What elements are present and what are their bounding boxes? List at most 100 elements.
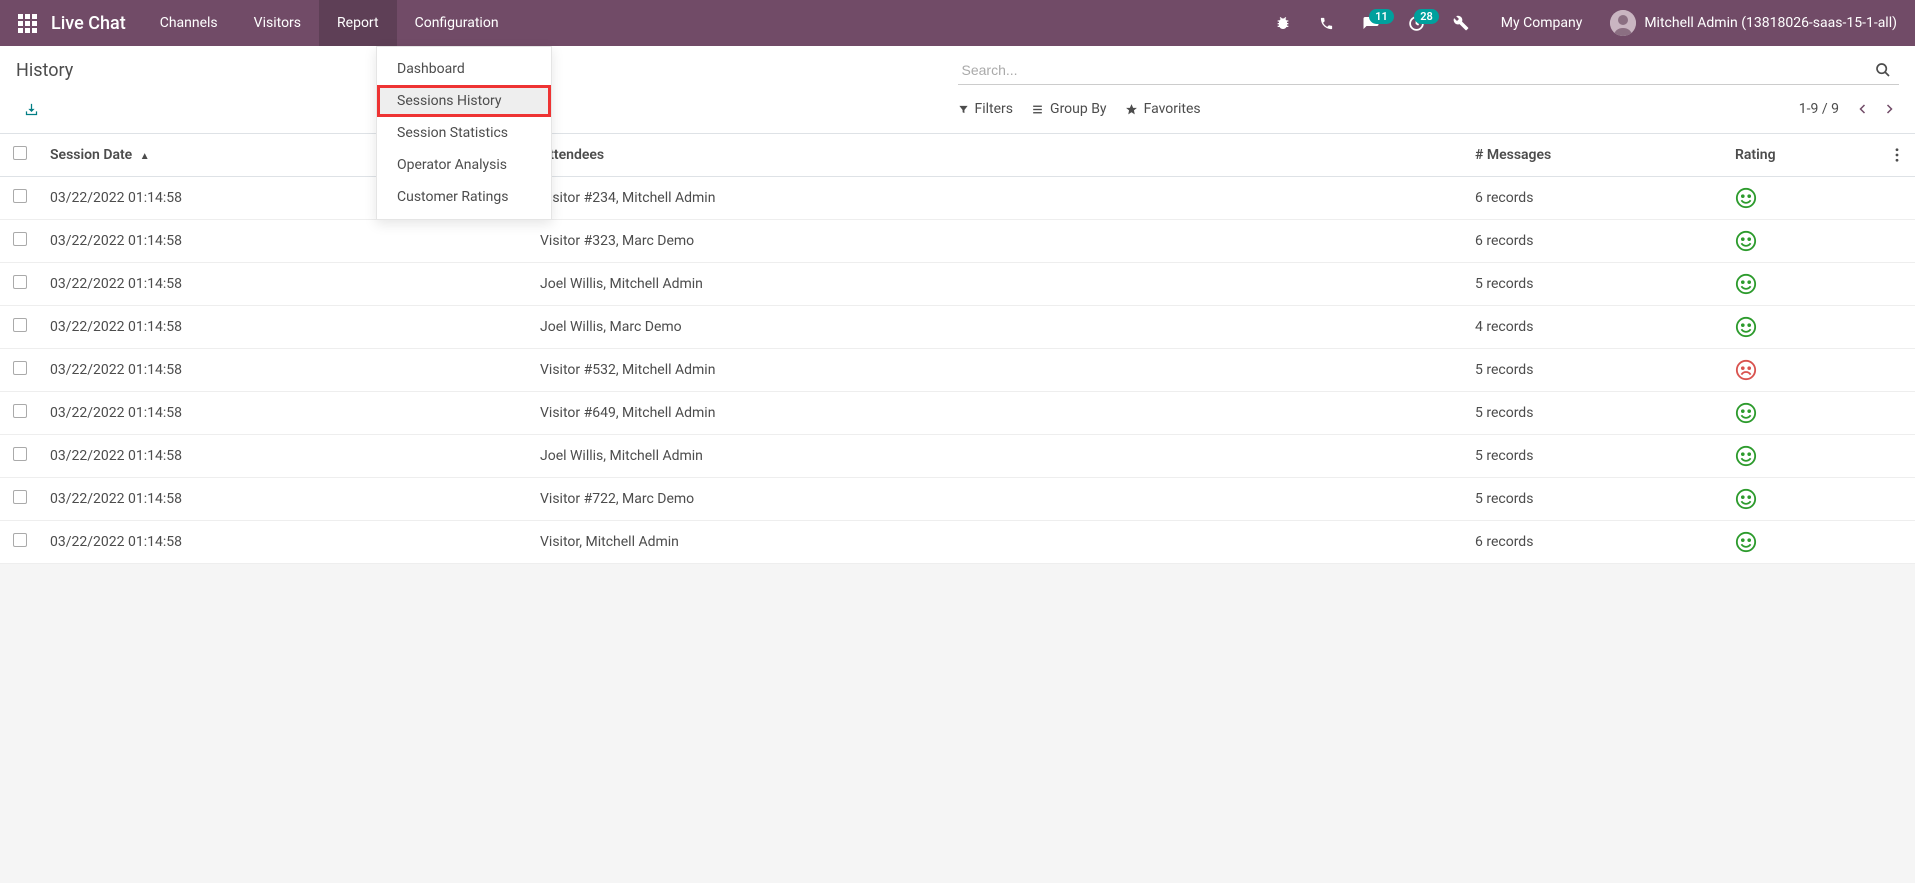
tools-icon[interactable]: [1443, 7, 1479, 39]
cell-rating: [1725, 521, 1885, 564]
messages-icon[interactable]: 11: [1352, 7, 1390, 39]
list-view: Session Date ▲ Attendees # Messages Rati…: [0, 133, 1915, 564]
cell-session-date: 03/22/2022 01:14:58: [40, 220, 530, 263]
table-row[interactable]: 03/22/2022 01:14:58Joel Willis, Mitchell…: [0, 435, 1915, 478]
cell-rating: [1725, 220, 1885, 263]
company-switcher[interactable]: My Company: [1487, 15, 1597, 31]
column-options[interactable]: [1885, 134, 1915, 177]
debug-icon[interactable]: [1265, 7, 1301, 39]
filters-button[interactable]: Filters: [958, 101, 1014, 117]
cell-attendees: Joel Willis, Marc Demo: [530, 306, 1465, 349]
happy-face-icon: [1735, 273, 1757, 295]
nav-item-configuration[interactable]: Configuration: [397, 0, 517, 46]
cell-session-date: 03/22/2022 01:14:58: [40, 435, 530, 478]
activities-icon[interactable]: 28: [1398, 7, 1435, 40]
cell-attendees: Visitor #234, Mitchell Admin: [530, 177, 1465, 220]
sad-face-icon: [1735, 359, 1757, 381]
apps-icon[interactable]: [8, 4, 47, 43]
cell-messages: 5 records: [1465, 263, 1725, 306]
cell-rating: [1725, 177, 1885, 220]
cell-session-date: 03/22/2022 01:14:58: [40, 521, 530, 564]
row-checkbox[interactable]: [13, 361, 27, 375]
row-checkbox[interactable]: [13, 533, 27, 547]
nav-item-channels[interactable]: Channels: [142, 0, 236, 46]
breadcrumb: History: [16, 56, 73, 85]
cell-messages: 6 records: [1465, 521, 1725, 564]
search-box: [958, 56, 1900, 85]
user-menu[interactable]: Mitchell Admin (13818026-saas-15-1-all): [1604, 10, 1907, 36]
happy-face-icon: [1735, 445, 1757, 467]
main-navbar: Live Chat Channels Visitors Report Confi…: [0, 0, 1915, 46]
chevron-left-icon: [1857, 101, 1869, 117]
cell-attendees: Joel Willis, Mitchell Admin: [530, 263, 1465, 306]
happy-face-icon: [1735, 230, 1757, 252]
nav-item-report[interactable]: Report: [319, 0, 397, 46]
phone-icon[interactable]: [1309, 8, 1344, 39]
cell-attendees: Visitor #532, Mitchell Admin: [530, 349, 1465, 392]
cell-rating: [1725, 349, 1885, 392]
nav-item-visitors[interactable]: Visitors: [236, 0, 319, 46]
table-header-row: Session Date ▲ Attendees # Messages Rati…: [0, 134, 1915, 177]
search-icon[interactable]: [1867, 58, 1899, 82]
happy-face-icon: [1735, 316, 1757, 338]
happy-face-icon: [1735, 488, 1757, 510]
table-row[interactable]: 03/22/2022 01:14:58Joel Willis, Marc Dem…: [0, 306, 1915, 349]
row-checkbox[interactable]: [13, 232, 27, 246]
cell-rating: [1725, 392, 1885, 435]
table-row[interactable]: 03/22/2022 01:14:58Visitor #323, Marc De…: [0, 220, 1915, 263]
activities-badge: 28: [1414, 9, 1439, 24]
pager-text[interactable]: 1-9 / 9: [1799, 101, 1839, 117]
row-checkbox[interactable]: [13, 275, 27, 289]
column-attendees[interactable]: Attendees: [530, 134, 1465, 177]
happy-face-icon: [1735, 402, 1757, 424]
search-input[interactable]: [958, 56, 1868, 84]
row-checkbox[interactable]: [13, 318, 27, 332]
cell-rating: [1725, 478, 1885, 521]
favorites-button[interactable]: Favorites: [1125, 101, 1201, 117]
cell-messages: 5 records: [1465, 478, 1725, 521]
pager-prev[interactable]: [1853, 97, 1873, 121]
cell-session-date: 03/22/2022 01:14:58: [40, 349, 530, 392]
select-all-checkbox[interactable]: [13, 146, 27, 160]
cell-messages: 4 records: [1465, 306, 1725, 349]
sort-asc-icon: ▲: [140, 151, 150, 162]
cell-rating: [1725, 263, 1885, 306]
cell-messages: 5 records: [1465, 435, 1725, 478]
table-row[interactable]: 03/22/2022 01:14:58Visitor #532, Mitchel…: [0, 349, 1915, 392]
table-row[interactable]: 03/22/2022 01:14:58Joel Willis, Mitchell…: [0, 263, 1915, 306]
happy-face-icon: [1735, 187, 1757, 209]
nav-menu: Channels Visitors Report Configuration: [142, 0, 517, 46]
table-row[interactable]: 03/22/2022 01:14:58Visitor, Mitchell Adm…: [0, 521, 1915, 564]
cell-messages: 6 records: [1465, 220, 1725, 263]
table-row[interactable]: 03/22/2022 01:14:58Visitor #722, Marc De…: [0, 478, 1915, 521]
nav-right: 11 28 My Company Mitchell Admin (1381802…: [1265, 7, 1907, 40]
cell-session-date: 03/22/2022 01:14:58: [40, 306, 530, 349]
row-checkbox[interactable]: [13, 404, 27, 418]
messages-badge: 11: [1369, 9, 1394, 24]
pager-next[interactable]: [1879, 97, 1899, 121]
row-checkbox[interactable]: [13, 447, 27, 461]
app-brand[interactable]: Live Chat: [47, 13, 142, 34]
groupby-button[interactable]: Group By: [1031, 101, 1107, 117]
row-checkbox[interactable]: [13, 490, 27, 504]
table-row[interactable]: 03/22/2022 01:14:58Visitor #234, Mitchel…: [0, 177, 1915, 220]
dropdown-item-customer-ratings[interactable]: Customer Ratings: [377, 181, 551, 213]
happy-face-icon: [1735, 531, 1757, 553]
cell-messages: 5 records: [1465, 349, 1725, 392]
dropdown-item-session-statistics[interactable]: Session Statistics: [377, 117, 551, 149]
table-row[interactable]: 03/22/2022 01:14:58Visitor #649, Mitchel…: [0, 392, 1915, 435]
control-panel: History Filters Group By: [0, 46, 1915, 133]
avatar: [1610, 10, 1636, 36]
cell-session-date: 03/22/2022 01:14:58: [40, 392, 530, 435]
cell-attendees: Visitor #323, Marc Demo: [530, 220, 1465, 263]
dropdown-item-operator-analysis[interactable]: Operator Analysis: [377, 149, 551, 181]
dropdown-item-dashboard[interactable]: Dashboard: [377, 53, 551, 85]
column-rating[interactable]: Rating: [1725, 134, 1885, 177]
cell-attendees: Visitor #722, Marc Demo: [530, 478, 1465, 521]
column-messages[interactable]: # Messages: [1465, 134, 1725, 177]
cell-attendees: Visitor, Mitchell Admin: [530, 521, 1465, 564]
cell-attendees: Joel Willis, Mitchell Admin: [530, 435, 1465, 478]
row-checkbox[interactable]: [13, 189, 27, 203]
dropdown-item-sessions-history[interactable]: Sessions History: [377, 85, 551, 117]
export-button[interactable]: [16, 98, 47, 121]
